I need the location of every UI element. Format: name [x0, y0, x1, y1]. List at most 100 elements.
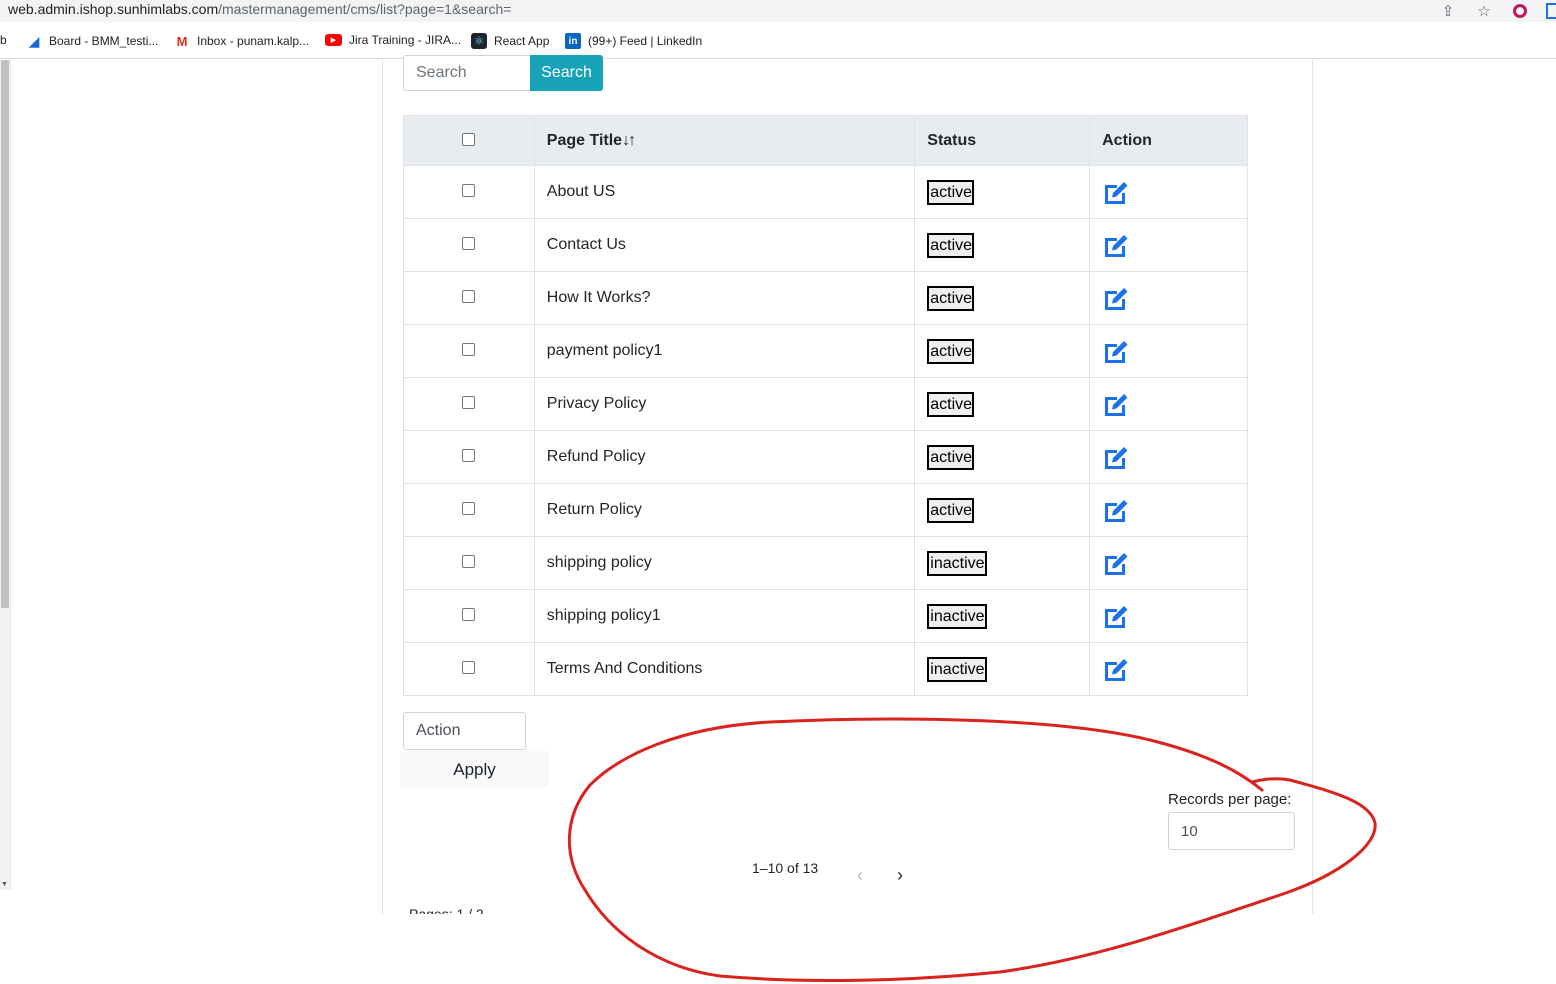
gmail-icon: M	[174, 33, 190, 49]
table-row: Contact Us active	[403, 218, 1248, 272]
row-checkbox[interactable]	[462, 449, 476, 463]
page-title-cell: How It Works?	[533, 271, 916, 325]
share-icon[interactable]: ⇪	[1438, 1, 1458, 21]
status-cell: inactive	[914, 536, 1091, 590]
status-cell: active	[914, 430, 1091, 484]
row-checkbox[interactable]	[462, 343, 476, 357]
action-cell	[1089, 642, 1248, 696]
status-badge: inactive	[927, 550, 987, 576]
bookmark-item[interactable]: ⚛ React App	[471, 33, 549, 49]
status-cell: active	[914, 483, 1091, 537]
scrollbar-thumb[interactable]	[1, 60, 9, 608]
address-bar[interactable]: web.admin.ishop.sunhimlabs.com/masterman…	[0, 0, 1556, 22]
page-scrollbar[interactable]: ▼	[0, 60, 11, 890]
bookmark-item[interactable]: ▶ Jira Training - JIRA...	[325, 33, 461, 47]
records-per-page-input[interactable]: 10	[1168, 812, 1295, 850]
row-checkbox[interactable]	[462, 184, 476, 198]
row-checkbox[interactable]	[462, 396, 476, 410]
page-title-cell: payment policy1	[533, 324, 916, 378]
row-checkbox[interactable]	[462, 608, 476, 622]
action-cell	[1089, 165, 1248, 219]
action-cell	[1089, 430, 1248, 484]
bookmark-item[interactable]: in (99+) Feed | LinkedIn	[565, 33, 702, 49]
status-cell: active	[914, 324, 1091, 378]
url-text[interactable]: web.admin.ishop.sunhimlabs.com/masterman…	[8, 1, 511, 17]
row-checkbox[interactable]	[462, 290, 476, 304]
edit-icon[interactable]	[1102, 338, 1130, 364]
next-page-icon[interactable]: ›	[891, 864, 909, 886]
row-select-cell	[403, 377, 535, 431]
status-header: Status	[914, 115, 1091, 166]
row-checkbox[interactable]	[462, 237, 476, 251]
action-cell	[1089, 271, 1248, 325]
pages-indicator: Pages: 1 / 2	[409, 906, 484, 914]
row-select-cell	[403, 271, 535, 325]
status-badge: inactive	[927, 603, 987, 629]
extension-icon[interactable]	[1510, 1, 1530, 21]
row-checkbox[interactable]	[462, 555, 476, 569]
star-icon[interactable]: ☆	[1474, 1, 1494, 21]
row-select-cell	[403, 589, 535, 643]
page-title-cell: shipping policy1	[533, 589, 916, 643]
bookmark-item[interactable]: M Inbox - punam.kalp...	[174, 33, 309, 49]
action-cell	[1089, 483, 1248, 537]
status-badge: active	[927, 391, 975, 417]
edit-icon[interactable]	[1102, 232, 1130, 258]
page-title-cell: shipping policy	[533, 536, 916, 590]
table-row: Terms And Conditions inactive	[403, 642, 1248, 696]
row-checkbox[interactable]	[462, 502, 476, 516]
bulk-action-select[interactable]: Action	[403, 712, 526, 750]
table-row: How It Works? active	[403, 271, 1248, 325]
table-row: shipping policy1 inactive	[403, 589, 1248, 643]
status-badge: active	[927, 497, 975, 523]
edit-icon[interactable]	[1102, 550, 1130, 576]
status-cell: inactive	[914, 642, 1091, 696]
sidebar-icon[interactable]	[1546, 1, 1556, 21]
previous-page-icon[interactable]: ‹	[851, 864, 869, 886]
edit-icon[interactable]	[1102, 179, 1130, 205]
table-row: payment policy1 active	[403, 324, 1248, 378]
edit-icon[interactable]	[1102, 603, 1130, 629]
status-cell: active	[914, 218, 1091, 272]
table-row: Privacy Policy active	[403, 377, 1248, 431]
cms-pages-table: Page Title↓↑ Status Action About US activ…	[403, 115, 1248, 696]
row-select-cell	[403, 536, 535, 590]
select-all-checkbox[interactable]	[462, 132, 476, 146]
page-title-cell: Privacy Policy	[533, 377, 916, 431]
apply-button[interactable]: Apply	[400, 751, 549, 788]
table-row: Return Policy active	[403, 483, 1248, 537]
row-select-cell	[403, 165, 535, 219]
edit-icon[interactable]	[1102, 391, 1130, 417]
action-cell	[1089, 589, 1248, 643]
page-title-header[interactable]: Page Title↓↑	[533, 115, 916, 166]
sort-arrows-icon[interactable]: ↓↑	[622, 132, 636, 149]
edit-icon[interactable]	[1102, 497, 1130, 523]
search-button[interactable]: Search	[530, 55, 603, 91]
linkedin-icon: in	[565, 33, 581, 49]
page-title-cell: Terms And Conditions	[533, 642, 916, 696]
bookmark-item[interactable]: b	[0, 33, 7, 47]
page-title-cell: Refund Policy	[533, 430, 916, 484]
page-title-cell: Return Policy	[533, 483, 916, 537]
bookmark-item[interactable]: ◢ Board - BMM_testi...	[26, 33, 158, 49]
edit-icon[interactable]	[1102, 285, 1130, 311]
status-badge: inactive	[927, 656, 987, 682]
row-checkbox[interactable]	[462, 661, 476, 675]
status-badge: active	[927, 338, 975, 364]
edit-icon[interactable]	[1102, 444, 1130, 470]
action-cell	[1089, 218, 1248, 272]
status-cell: active	[914, 377, 1091, 431]
action-header: Action	[1089, 115, 1248, 166]
search-input[interactable]	[403, 55, 531, 91]
status-cell: active	[914, 271, 1091, 325]
page-title-cell: About US	[533, 165, 916, 219]
status-badge: active	[927, 444, 975, 470]
bookmarks-bar: b ◢ Board - BMM_testi... M Inbox - punam.k…	[0, 22, 1556, 59]
status-cell: inactive	[914, 589, 1091, 643]
row-select-cell	[403, 430, 535, 484]
table-header-row: Page Title↓↑ Status Action	[403, 115, 1248, 166]
scroll-down-icon[interactable]: ▼	[1, 881, 8, 888]
action-cell	[1089, 324, 1248, 378]
status-badge: active	[927, 285, 975, 311]
edit-icon[interactable]	[1102, 656, 1130, 682]
